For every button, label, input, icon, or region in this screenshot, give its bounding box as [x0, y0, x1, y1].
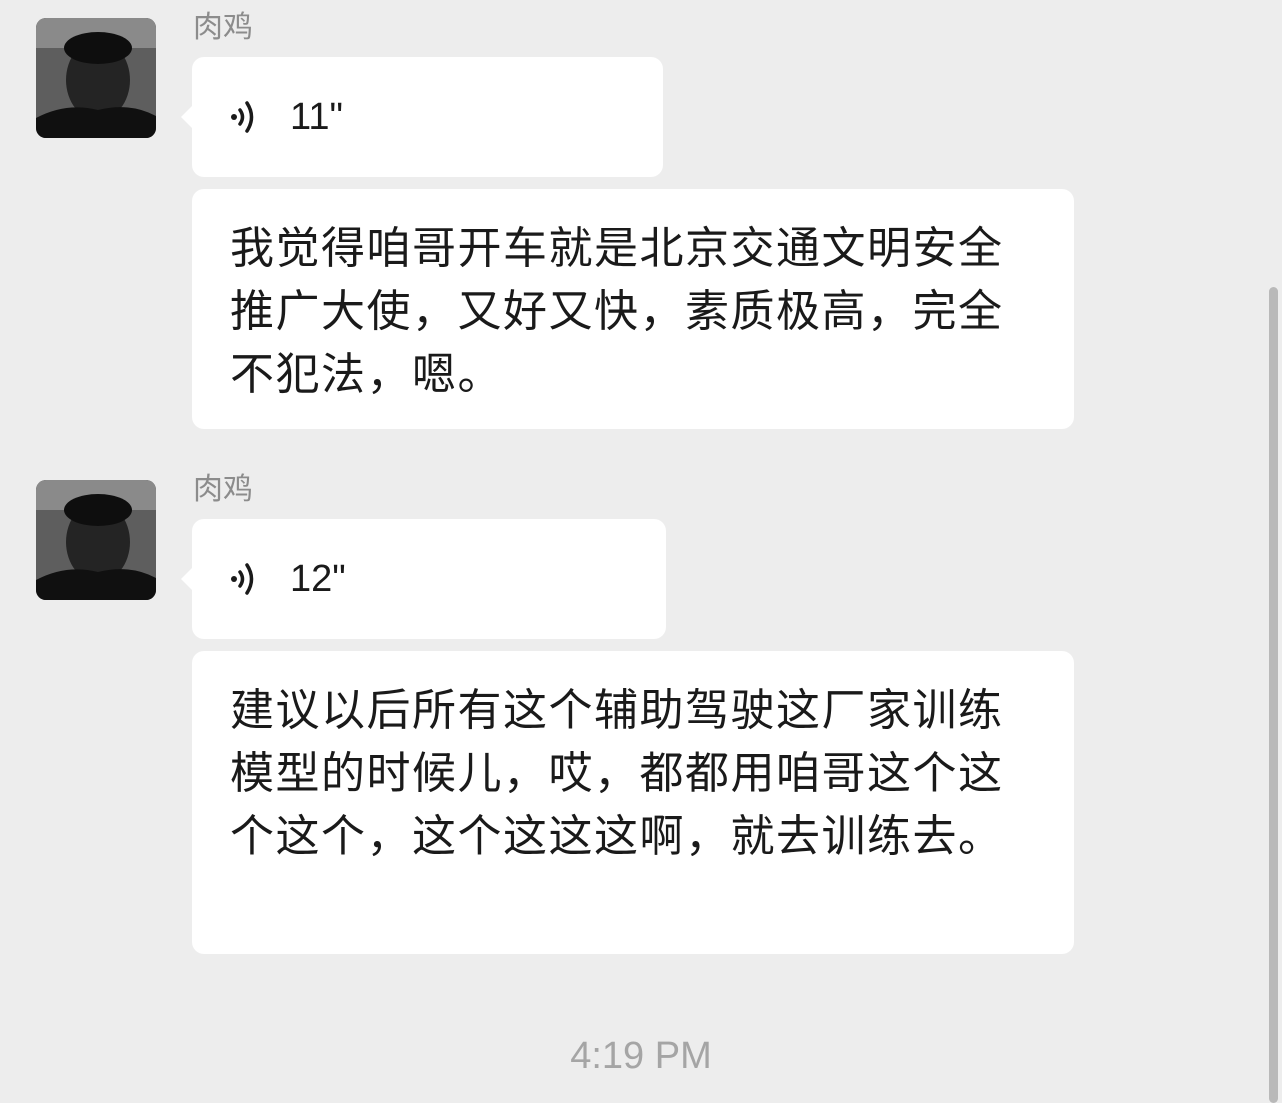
- avatar[interactable]: [36, 18, 156, 138]
- voice-message-bubble[interactable]: 11": [181, 57, 663, 177]
- voice-message-bubble[interactable]: 12": [181, 519, 666, 639]
- voice-wave-icon: [231, 101, 254, 133]
- voice-transcript-bubble[interactable]: 我觉得咱哥开车就是北京交通文明安全推广大使，又好又快，素质极高，完全不犯法，嗯。: [192, 189, 1074, 429]
- scrollbar[interactable]: [1269, 287, 1278, 1103]
- voice-wave-icon: [231, 563, 254, 595]
- transcript-text: 我觉得咱哥开车就是北京交通文明安全推广大使，又好又快，素质极高，完全不犯法，嗯。: [230, 223, 1004, 400]
- voice-transcript-bubble[interactable]: 建议以后所有这个辅助驾驶这厂家训练模型的时候儿，哎，都都用咱哥这个这个这个，这个…: [192, 651, 1074, 954]
- transcript-text: 建议以后所有这个辅助驾驶这厂家训练模型的时候儿，哎，都都用咱哥这个这个这个，这个…: [230, 685, 1004, 862]
- voice-duration: 12": [290, 558, 346, 600]
- avatar[interactable]: [36, 480, 156, 600]
- sender-name: 肉鸡: [193, 472, 253, 507]
- sender-name: 肉鸡: [193, 10, 253, 45]
- avatar-photo: [36, 480, 156, 600]
- avatar-photo: [36, 18, 156, 138]
- voice-duration: 11": [290, 96, 343, 138]
- timestamp: 4:19 PM: [570, 1035, 712, 1077]
